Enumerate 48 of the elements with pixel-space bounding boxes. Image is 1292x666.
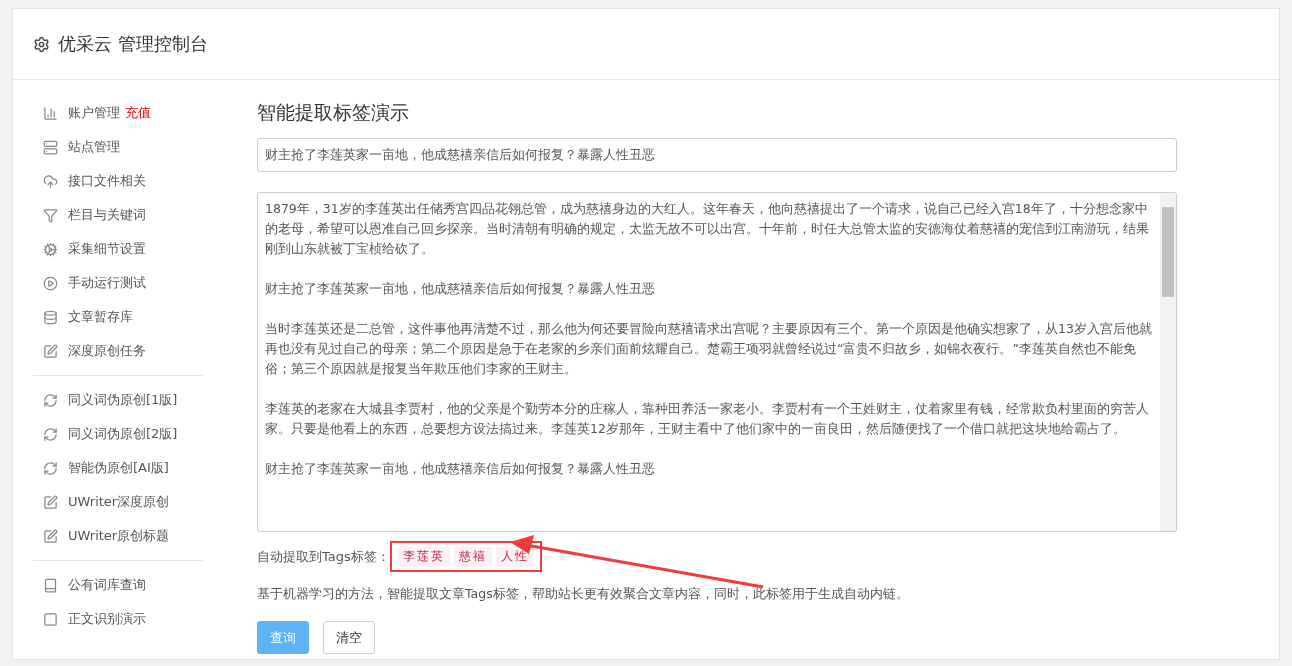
sidebar-item[interactable]: 采集细节设置 [68, 240, 146, 258]
settings-icon [33, 35, 50, 53]
sidebar-item[interactable]: 账户管理 [68, 104, 120, 122]
sidebar-item[interactable]: 深度原创任务 [68, 342, 146, 360]
tag-label: 慈禧 [453, 546, 492, 567]
tags-label: 自动提取到Tags标签： [257, 547, 390, 566]
feature-description: 基于机器学习的方法，智能提取文章Tags标签，帮助站长更有效聚合文章内容，同时，此标签用于生成自动内链。 [257, 586, 910, 603]
scrollbar[interactable] [1160, 193, 1176, 531]
edit-icon [43, 494, 58, 510]
sidebar-item[interactable]: 正文识别演示 [68, 610, 146, 628]
refresh-icon [43, 392, 58, 408]
server-icon [43, 139, 58, 155]
edit-icon [43, 528, 58, 544]
sidebar-item[interactable]: 智能伪原创[AI版] [68, 459, 169, 477]
console-title: 优采云 管理控制台 [58, 32, 208, 56]
refresh-icon [43, 426, 58, 442]
article-textarea[interactable] [257, 192, 1177, 532]
gears-icon [43, 241, 58, 257]
page-title: 智能提取标签演示 [257, 100, 410, 125]
article-paragraph: 财主抢了李莲英家一亩地，他成慈禧亲信后如何报复？暴露人性丑恶 [265, 280, 656, 298]
sidebar-item[interactable]: UWriter原创标题 [68, 527, 170, 545]
headline-field[interactable]: 财主抢了李莲英家一亩地，他成慈禧亲信后如何报复？暴露人性丑恶 [257, 138, 1177, 172]
sidebar-item[interactable]: 同义词伪原创[1版] [68, 391, 178, 409]
sidebar-item[interactable]: UWriter深度原创 [68, 493, 170, 511]
recharge-link[interactable]: 充值 [125, 104, 151, 122]
sidebar-item[interactable]: 手动运行测试 [68, 274, 146, 292]
window-icon [43, 611, 58, 627]
book-icon [43, 577, 58, 593]
database-icon [43, 309, 58, 325]
tag-label: 李莲英 [397, 546, 450, 567]
sidebar-item[interactable]: 文章暂存库 [68, 308, 133, 326]
sidebar-item[interactable]: 栏目与关键词 [68, 206, 146, 224]
clear-button[interactable]: 清空 [323, 621, 375, 654]
refresh-icon [43, 460, 58, 476]
article-paragraph: 1879年，31岁的李莲英出任储秀宫四品花翎总管，成为慈禧身边的大红人。这年春天，他向慈禧提出了一个请求，说自己已经入宫18年了，十分想念家中的老母，希望可以恩准自己回乡探亲。当时清朝有明确的规定，太监无故不可以出宫。十年前，时任大总管太监的安德海仗着慈禧的宠信到江南游玩，结果刚到山东就被丁宝桢给砍了。 [265, 200, 1150, 258]
bar-chart-icon [43, 105, 58, 121]
filter-icon [43, 207, 58, 223]
article-paragraph: 当时李莲英还是二总管，这件事他再清楚不过，那么他为何还要冒险向慈禧请求出宫呢？主要原因有三个。第一个原因是他确实想家了，从13岁入宫后他就再也没有见过自己的母亲；第二个原因是急于在老家的乡亲们面前炫耀自己。楚霸王项羽就曾经说过“富贵不归故乡，如锦衣夜行。”李莲英自然也不能免俗；第三个原因就是报复当年欺压他们李家的王财主。 [265, 320, 1153, 378]
sidebar-item[interactable]: 公有词库查询 [68, 576, 146, 594]
play-icon [43, 275, 58, 291]
cloud-upload-icon [43, 173, 58, 189]
edit-icon [43, 343, 58, 359]
sidebar-item[interactable]: 站点管理 [68, 138, 120, 156]
article-paragraph: 财主抢了李莲英家一亩地，他成慈禧亲信后如何报复？暴露人性丑恶 [265, 460, 656, 478]
tag-label: 人性 [495, 546, 534, 567]
sidebar-item[interactable]: 接口文件相关 [68, 172, 146, 190]
sidebar-item[interactable]: 同义词伪原创[2版] [68, 425, 178, 443]
article-paragraph: 李莲英的老家在大城县李贾村，他的父亲是个勤劳本分的庄稼人，靠种田养活一家老小。李贾村有一个王姓财主，仗着家里有钱，经常欺负村里面的穷苦人家。只要是他看上的东西，总要想方设法搞过来。李莲英12岁那年，王财主看中了他们家中的一亩良田，然后随便找了一个借口就把这块地给霸占了。 [265, 400, 1150, 438]
